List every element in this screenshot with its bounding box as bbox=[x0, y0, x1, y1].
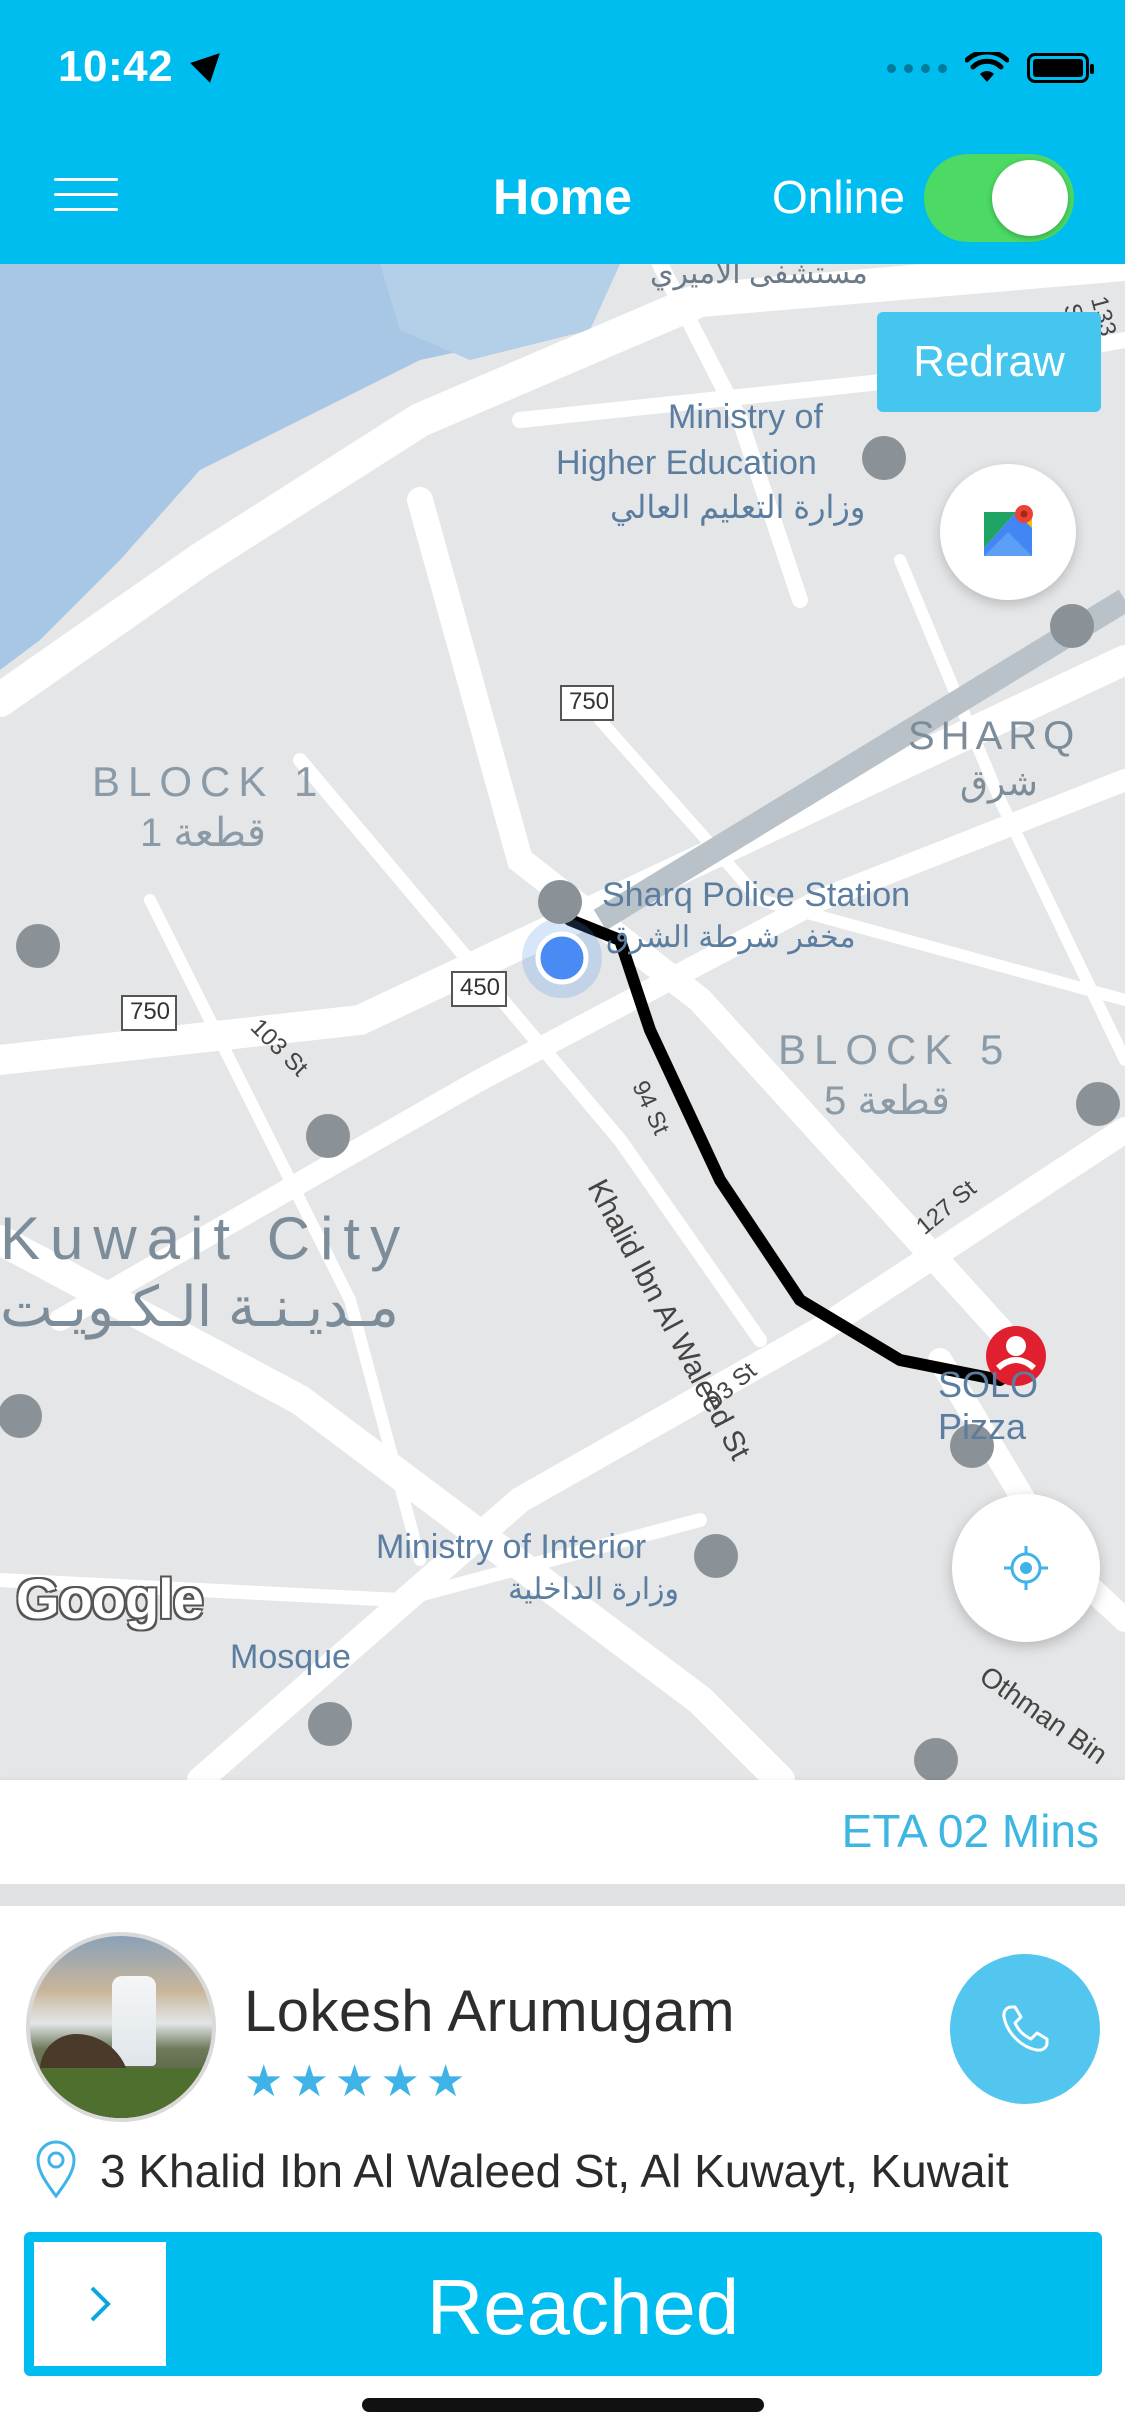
solo-pizza-label: SOLO Pizza bbox=[938, 1364, 1039, 1447]
status-time: 10:42 bbox=[58, 42, 230, 92]
block1-ar-label: قطعة 1 bbox=[140, 811, 267, 855]
redraw-button[interactable]: Redraw bbox=[877, 312, 1101, 412]
toggle-knob bbox=[992, 160, 1068, 236]
ministry-higher-ed-label-2: Higher Education bbox=[556, 444, 817, 482]
home-indicator bbox=[362, 2398, 764, 2412]
block5-label: BLOCK 5 bbox=[778, 1026, 1012, 1073]
online-label: Online bbox=[772, 171, 905, 223]
ministry-higher-ed-ar-label: وزارة التعليم العالي bbox=[610, 489, 866, 525]
customer-address: 3 Khalid Ibn Al Waleed St, Al Kuwayt, Ku… bbox=[100, 2145, 1009, 2197]
road-450-shield: 450 bbox=[459, 974, 501, 1001]
police-station-label: Sharq Police Station bbox=[602, 876, 911, 914]
block5-ar-label: قطعة 5 bbox=[824, 1079, 951, 1123]
crosshair-icon bbox=[1004, 1546, 1048, 1590]
status-indicators bbox=[887, 52, 1094, 84]
road-750-shield: 750 bbox=[568, 688, 610, 715]
ministry-interior-ar-label: وزارة الداخلية bbox=[508, 1573, 680, 1606]
battery-icon bbox=[1027, 53, 1094, 83]
reached-label: Reached bbox=[426, 2263, 740, 2351]
google-logo: Google bbox=[16, 1567, 204, 1630]
block1-label: BLOCK 1 bbox=[92, 758, 326, 805]
map-strip bbox=[0, 1884, 1125, 1906]
star-icon: ★ bbox=[425, 2057, 466, 2106]
location-pin-icon bbox=[36, 2140, 76, 2199]
star-icon: ★ bbox=[380, 2057, 420, 2106]
google-maps-icon bbox=[984, 505, 1033, 556]
star-icon: ★ bbox=[334, 2057, 375, 2106]
avatar bbox=[26, 1932, 216, 2122]
kuwait-city-label: Kuwait City bbox=[0, 1205, 411, 1272]
customer-name: Lokesh Arumugam bbox=[244, 1979, 736, 2044]
current-location-dot bbox=[535, 931, 589, 985]
top-bar: 10:42 Home Online bbox=[0, 0, 1125, 264]
phone-icon bbox=[1002, 2005, 1049, 2052]
ministry-interior-label: Ministry of Interior bbox=[376, 1528, 647, 1566]
call-button[interactable] bbox=[950, 1954, 1100, 2104]
kuwait-city-ar-label: مـديـنـة الـكـويـت bbox=[0, 1275, 399, 1338]
ministry-higher-ed-label: Ministry of bbox=[668, 398, 823, 436]
online-toggle[interactable] bbox=[924, 154, 1074, 242]
time-text: 10:42 bbox=[58, 42, 174, 91]
sharq-ar-label: شرق bbox=[960, 762, 1038, 803]
police-station-ar-label: مخفر شرطة الشرق bbox=[606, 921, 856, 954]
signal-dots-icon bbox=[887, 63, 947, 73]
google-maps-button[interactable] bbox=[940, 464, 1076, 600]
mosque-label: Mosque bbox=[230, 1638, 351, 1676]
location-arrow-icon bbox=[189, 43, 230, 83]
sharq-label: SHARQ bbox=[908, 714, 1081, 758]
star-icon: ★ bbox=[244, 2057, 284, 2106]
hospital-label: مستشفى الأميري bbox=[650, 264, 868, 290]
recenter-button[interactable] bbox=[952, 1494, 1100, 1642]
eta-text: ETA 02 Mins bbox=[841, 1805, 1099, 1857]
reached-button[interactable]: Reached bbox=[24, 2232, 1102, 2376]
wifi-icon bbox=[965, 52, 1009, 82]
road-750-shield-2: 750 bbox=[129, 998, 171, 1025]
rating-stars: ★ ★ ★ ★ ★ bbox=[244, 2060, 465, 2104]
eta-bar: ETA 02 Mins bbox=[0, 1780, 1125, 1884]
star-icon: ★ bbox=[289, 2057, 329, 2106]
